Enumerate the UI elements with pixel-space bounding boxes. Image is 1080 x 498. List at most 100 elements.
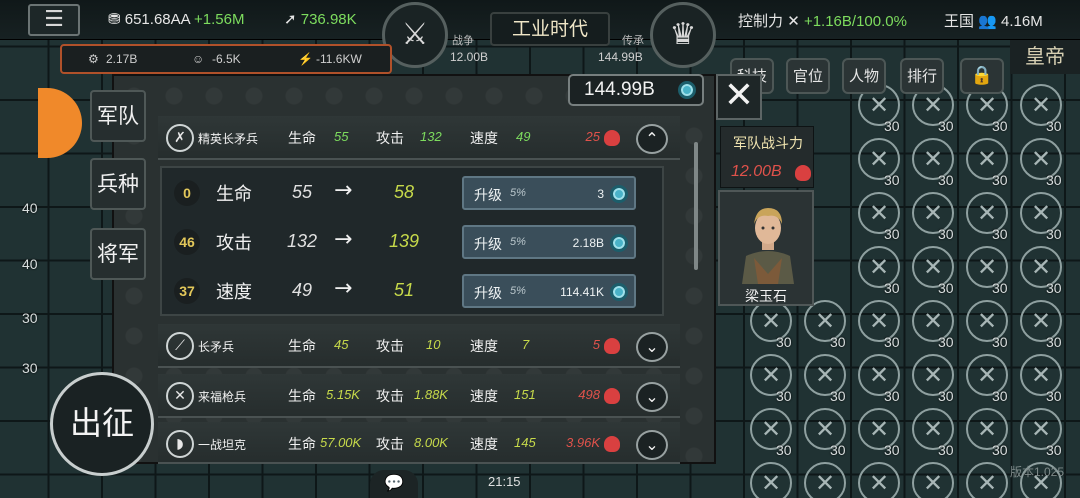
crossed-swords-icon: ⚔ bbox=[401, 17, 429, 52]
unit-row-elite-spearman[interactable]: ✗ 精英长矛兵 生命 55 攻击 132 速度 49 25 ⌃ bbox=[158, 116, 680, 160]
expand-button[interactable]: ⌄ bbox=[636, 430, 668, 460]
chevron-up-icon: ⌃ bbox=[645, 129, 659, 148]
control-rate: +1.16B bbox=[803, 13, 852, 30]
attack-label: 攻击 bbox=[376, 389, 404, 405]
map-tile-number: 30 bbox=[884, 226, 900, 242]
food-display: ➚ 736.98K bbox=[284, 10, 357, 28]
map-tile-number: 30 bbox=[22, 310, 38, 326]
stat-row-attack: 46 攻击 132 → 139 升级 5% 2.18B bbox=[162, 217, 662, 265]
tab-tax-locked[interactable]: 🔒 bbox=[960, 58, 1004, 94]
map-tile-number: 30 bbox=[830, 334, 846, 350]
balance-display: 144.99B bbox=[568, 74, 704, 106]
arrow-right-icon: → bbox=[334, 227, 353, 252]
attack-value: 132 bbox=[420, 129, 442, 144]
stat-level: 37 bbox=[174, 278, 200, 304]
upgrade-button-speed[interactable]: 升级 5% 114.41K bbox=[462, 274, 636, 308]
unit-power: 5 bbox=[592, 337, 600, 352]
close-button[interactable]: ✕ bbox=[716, 74, 762, 120]
menu-button[interactable]: ☰ bbox=[28, 4, 80, 36]
skull-icon bbox=[604, 338, 620, 354]
map-tile-number: 30 bbox=[776, 442, 792, 458]
map-tile-number: 30 bbox=[938, 334, 954, 350]
map-tile-number: 30 bbox=[22, 360, 38, 376]
map-tile-number: 30 bbox=[992, 118, 1008, 134]
hp-value: 57.00K bbox=[320, 435, 362, 450]
people-value: -6.5K bbox=[212, 52, 241, 66]
tab-generals[interactable]: 将军 bbox=[90, 228, 146, 280]
map-tile-number: 30 bbox=[992, 388, 1008, 404]
unit-row-rifleman[interactable]: ✕ 来福枪兵 生命 5.15K 攻击 1.88K 速度 151 498 ⌄ bbox=[158, 374, 680, 418]
chat-button[interactable]: 💬 bbox=[370, 470, 418, 498]
map-tile-icon[interactable]: ✕ bbox=[750, 462, 792, 498]
map-tile-number: 30 bbox=[1046, 388, 1062, 404]
spear-icon: ⟋ bbox=[166, 332, 194, 360]
hp-label: 生命 bbox=[288, 131, 316, 147]
coins-icon: ⛃ bbox=[108, 11, 121, 28]
legacy-label: 传承 bbox=[622, 35, 644, 47]
kingdom-display: 王国 👥 4.16M bbox=[944, 10, 1043, 31]
upgrade-button-attack[interactable]: 升级 5% 2.18B bbox=[462, 225, 636, 259]
map-tile-number: 30 bbox=[938, 118, 954, 134]
map-tile-number: 40 bbox=[22, 256, 38, 272]
map-tile-number: 30 bbox=[1046, 226, 1062, 242]
gem-icon bbox=[678, 81, 696, 99]
tab-characters[interactable]: 人物 bbox=[842, 58, 886, 94]
upgrade-cost: 3 bbox=[597, 187, 604, 201]
crown-button[interactable]: ♛ bbox=[650, 2, 716, 68]
map-tile-icon[interactable]: ✕ bbox=[804, 462, 846, 498]
coins-display: ⛃ 651.68AA +1.56M bbox=[108, 10, 244, 28]
hp-label: 生命 bbox=[288, 437, 316, 453]
speed-label: 速度 bbox=[470, 389, 498, 405]
general-portrait bbox=[728, 196, 808, 284]
chevron-down-icon: ⌄ bbox=[645, 337, 659, 356]
deploy-button[interactable]: 出征 bbox=[50, 372, 154, 476]
map-tile-number: 30 bbox=[884, 118, 900, 134]
expand-button[interactable]: ⌃ bbox=[636, 124, 668, 154]
kingdom-label: 王国 bbox=[944, 13, 975, 30]
unit-power: 498 bbox=[578, 387, 600, 402]
stat-name: 速度 bbox=[216, 282, 252, 303]
hp-value: 5.15K bbox=[326, 387, 360, 402]
unit-row-ww1-tank[interactable]: ◗ 一战坦克 生命 57.00K 攻击 8.00K 速度 145 3.96K ⌄ bbox=[158, 422, 680, 464]
emperor-button[interactable]: 皇帝 bbox=[1010, 40, 1080, 74]
map-tile-number: 30 bbox=[1046, 442, 1062, 458]
food-icon: ➚ bbox=[284, 11, 297, 28]
clock: 21:15 bbox=[488, 474, 521, 489]
map-tile-icon[interactable]: ✕ bbox=[966, 462, 1008, 498]
map-tile-number: 30 bbox=[992, 226, 1008, 242]
gem-icon bbox=[610, 283, 628, 301]
war-value: 12.00B bbox=[450, 50, 489, 64]
scrollbar[interactable] bbox=[694, 142, 698, 270]
map-tile-number: 30 bbox=[938, 172, 954, 188]
stat-level: 46 bbox=[174, 229, 200, 255]
coins-rate: +1.56M bbox=[193, 11, 245, 28]
attack-label: 攻击 bbox=[376, 131, 404, 147]
stat-current: 132 bbox=[286, 231, 318, 251]
chat-icon: 💬 bbox=[384, 473, 404, 492]
tank-icon: ◗ bbox=[166, 430, 194, 458]
skull-icon bbox=[604, 130, 620, 146]
unit-row-spearman[interactable]: ⟋ 长矛兵 生命 45 攻击 10 速度 7 5 ⌄ bbox=[158, 324, 680, 368]
gem-icon bbox=[610, 185, 628, 203]
map-tile-icon[interactable]: ✕ bbox=[858, 462, 900, 498]
tab-rank[interactable]: 官位 bbox=[786, 58, 830, 94]
hp-value: 45 bbox=[334, 337, 349, 352]
general-card[interactable]: 梁玉石 bbox=[718, 190, 814, 306]
tab-army[interactable]: 军队 bbox=[90, 90, 146, 142]
version-label: 版本1.025 bbox=[1010, 465, 1065, 479]
expand-button[interactable]: ⌄ bbox=[636, 332, 668, 362]
map-tile-number: 30 bbox=[884, 280, 900, 296]
tab-unit-types[interactable]: 兵种 bbox=[90, 158, 146, 210]
map-tile-number: 30 bbox=[1046, 334, 1062, 350]
map-tile-number: 30 bbox=[1046, 172, 1062, 188]
map-tile-icon[interactable]: ✕ bbox=[912, 462, 954, 498]
upgrade-button-hp[interactable]: 升级 5% 3 bbox=[462, 176, 636, 210]
map-tile-number: 30 bbox=[992, 442, 1008, 458]
upgrade-percent: 5% bbox=[510, 285, 526, 297]
close-icon: ✕ bbox=[723, 75, 755, 116]
tab-leaderboard[interactable]: 排行 bbox=[900, 58, 944, 94]
expand-button[interactable]: ⌄ bbox=[636, 382, 668, 412]
crown-icon: ♛ bbox=[669, 17, 697, 52]
map-tile-number: 30 bbox=[776, 388, 792, 404]
gem-icon bbox=[610, 234, 628, 252]
